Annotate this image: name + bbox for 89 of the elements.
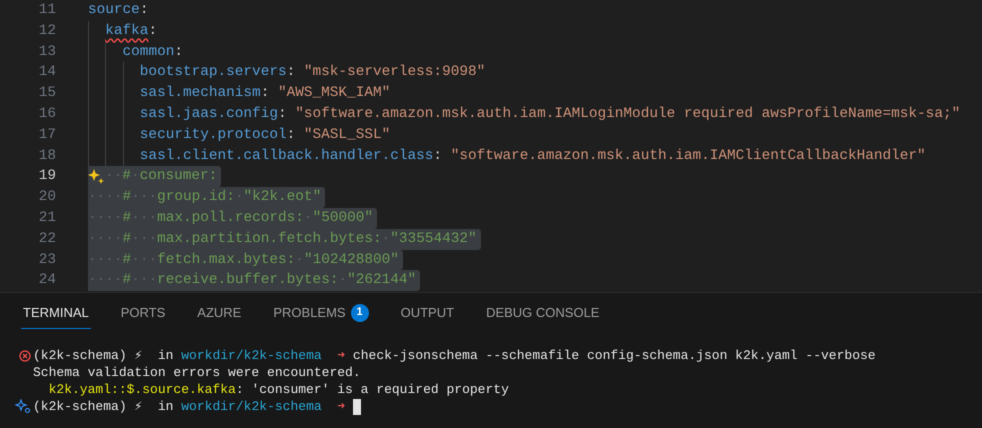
terminal-text: workdir/k2k-schema (181, 347, 322, 364)
terminal-text: (k2k-schema) ⚡ in (33, 347, 174, 364)
whitespace-marker: ···· (88, 230, 123, 249)
code-token: : (140, 1, 148, 20)
code-token: consumer: (140, 167, 218, 186)
code-token: : (433, 146, 444, 166)
code-token: : (174, 42, 183, 62)
whitespace-marker: ··· (131, 250, 158, 270)
whitespace-marker: · (130, 167, 140, 186)
sparkle-icon[interactable] (88, 168, 105, 186)
terminal-text: (k2k-schema) ⚡ in (33, 398, 174, 415)
code-token: # (122, 208, 132, 228)
code-token: common (122, 42, 174, 62)
code-token: : (286, 126, 296, 145)
line-number: 13 (38, 42, 56, 62)
code-token: # (122, 167, 131, 186)
terminal-text: workdir/k2k-schema (181, 398, 322, 415)
code-token: "msk-serverless:9098" (304, 63, 486, 82)
whitespace-marker: ···· (88, 250, 123, 270)
code-token: "102428800" (304, 250, 399, 270)
code-token: "software.amazon.msk.auth.iam.IAMClientCallbackHandler" (450, 146, 926, 166)
error-icon[interactable] (19, 350, 31, 362)
panel-tab[interactable]: OUTPUT (398, 297, 456, 329)
code-token: kafka (105, 22, 148, 41)
whitespace-marker: · (382, 230, 390, 249)
code-token: "50000" (312, 208, 374, 228)
code-token: max.poll.records: (157, 208, 304, 228)
code-token: bootstrap.servers (140, 63, 287, 82)
terminal-text: check-jsonschema --schemafile config-schema.json k2k.yaml --verbose (352, 347, 876, 364)
line-number: 19 (38, 167, 56, 186)
line-number: 23 (38, 250, 56, 270)
terminal-text: ➜ (336, 398, 346, 415)
code-token: : (278, 104, 288, 124)
line-number: 22 (38, 230, 56, 249)
whitespace-marker: · (304, 208, 313, 228)
panel-tab[interactable]: PROBLEMS 1 (271, 297, 371, 329)
whitespace-marker: ··· (131, 188, 158, 208)
code-token: : (286, 63, 296, 82)
terminal-text: ➜ (336, 347, 346, 364)
terminal-text: k2k.yaml::$.source.kafka (48, 381, 236, 398)
whitespace-marker: ···· (88, 188, 123, 208)
code-token: sasl.jaas.config (140, 104, 278, 124)
code-token: "software.amazon.msk.auth.iam.IAMLoginModule required awsProfileName=msk-sa;" (295, 104, 960, 124)
code-token: max.partition.fetch.bytes: (157, 230, 382, 249)
panel-tab[interactable]: AZURE (195, 297, 244, 329)
code-token: : (260, 84, 270, 104)
code-token: # (122, 271, 132, 290)
line-number: 17 (38, 126, 56, 145)
panel-tab[interactable]: TERMINAL (21, 297, 91, 329)
code-token: # (122, 230, 132, 249)
code-token: "SASL_SSL" (304, 126, 390, 145)
code-token: fetch.max.bytes: (157, 250, 296, 270)
whitespace-marker: · (338, 271, 348, 290)
code-token: source (88, 1, 140, 20)
whitespace-marker: ··· (131, 208, 158, 228)
terminal-text: Schema validation errors were encountered. (33, 364, 361, 381)
line-number: 14 (38, 63, 56, 82)
panel-tab[interactable]: PORTS (118, 297, 168, 329)
code-token: security.protocol (140, 126, 287, 145)
code-token: sasl.client.callback.handler.class (140, 146, 434, 166)
line-number: 20 (38, 188, 56, 208)
line-number: 24 (38, 271, 56, 290)
code-token: "k2k.eot" (243, 188, 322, 208)
code-token: sasl.mechanism (140, 84, 261, 104)
count-badge: 1 (350, 304, 369, 322)
code-token: : (148, 22, 158, 41)
code-token: receive.buffer.bytes: (157, 271, 338, 290)
whitespace-marker: ··· (131, 271, 158, 290)
whitespace-marker: ···· (88, 271, 123, 290)
line-number: 18 (38, 146, 56, 166)
terminal-text: : 'consumer' is a required property (236, 381, 509, 398)
code-token: "33554432" (390, 230, 477, 249)
code-token: # (122, 250, 132, 270)
code-token: # (122, 188, 132, 208)
whitespace-marker: ··· (131, 230, 158, 249)
code-token: "AWS_MSK_IAM" (278, 84, 390, 104)
whitespace-marker: ·· (105, 167, 122, 186)
whitespace-marker: · (295, 250, 304, 270)
line-number: 15 (38, 84, 56, 104)
sparkle-icon[interactable] (15, 399, 31, 414)
line-number: 16 (38, 104, 56, 124)
line-number: 21 (38, 208, 56, 228)
code-token: group.id: (157, 188, 235, 208)
code-token: "262144" (347, 271, 416, 290)
panel-tab[interactable]: DEBUG CONSOLE (484, 297, 602, 329)
line-number: 12 (38, 22, 56, 41)
whitespace-marker: ···· (88, 208, 123, 228)
whitespace-marker: · (234, 188, 244, 208)
line-number: 11 (38, 1, 56, 20)
